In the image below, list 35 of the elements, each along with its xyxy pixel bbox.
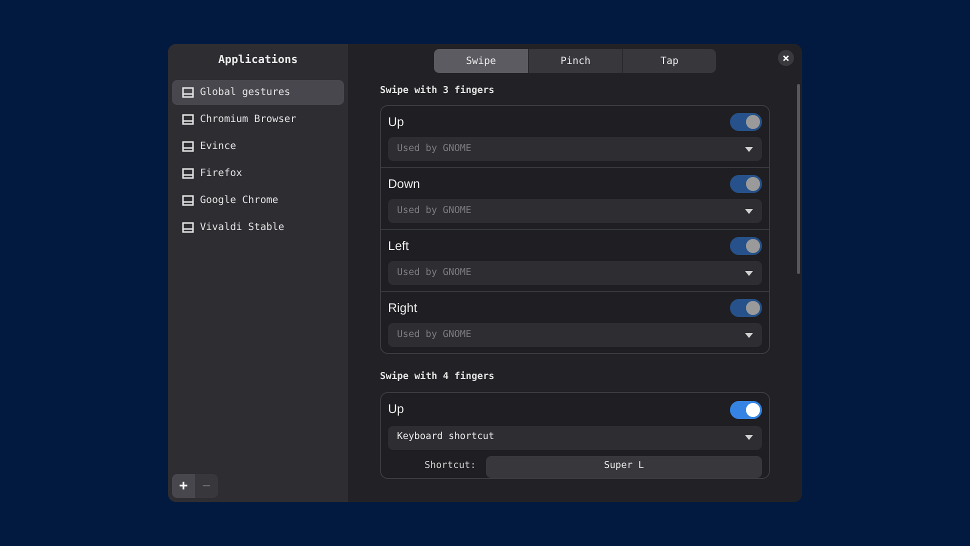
caret-icon bbox=[745, 435, 753, 440]
laptop-icon bbox=[182, 141, 194, 152]
app-list-item[interactable]: Vivaldi Stable bbox=[172, 215, 344, 240]
sidebar-title: Applications bbox=[218, 52, 298, 68]
gesture-label: Down bbox=[388, 176, 420, 193]
tab[interactable]: Pinch bbox=[528, 49, 622, 73]
laptop-icon bbox=[182, 222, 194, 233]
section-title: Swipe with 3 fingers bbox=[380, 84, 496, 98]
laptop-icon bbox=[182, 87, 194, 98]
tab[interactable]: Swipe bbox=[434, 49, 528, 73]
laptop-icon bbox=[182, 168, 194, 179]
close-button[interactable]: × bbox=[778, 50, 794, 66]
toggle-switch[interactable] bbox=[730, 400, 762, 418]
action-dropdown[interactable]: Keyboard shortcut bbox=[388, 426, 762, 450]
app-list-item[interactable]: Chromium Browser bbox=[172, 107, 344, 132]
app-list-item[interactable]: Firefox bbox=[172, 161, 344, 186]
caret-icon bbox=[745, 208, 753, 214]
shortcut-label: Shortcut: bbox=[424, 459, 476, 474]
app-list-item[interactable]: Evince bbox=[172, 134, 344, 159]
caret-icon bbox=[745, 332, 753, 338]
section-title: Swipe with 4 fingers bbox=[380, 370, 496, 384]
scrollbar[interactable] bbox=[797, 84, 800, 274]
tab[interactable]: Tap bbox=[622, 49, 716, 73]
caret-icon bbox=[745, 146, 753, 152]
shortcut-field[interactable]: Super L bbox=[486, 456, 762, 478]
gesture-label: Left bbox=[388, 238, 409, 255]
caret-icon bbox=[745, 270, 753, 276]
gesture-label: Right bbox=[388, 300, 418, 317]
laptop-icon bbox=[182, 114, 194, 125]
laptop-icon bbox=[182, 195, 194, 206]
app-list-item[interactable]: Google Chrome bbox=[172, 188, 344, 213]
gesture-label: Up bbox=[388, 114, 404, 131]
app-list-item[interactable]: Global gestures bbox=[172, 80, 344, 105]
gesture-label: Up bbox=[388, 401, 404, 418]
add-button[interactable]: + bbox=[172, 474, 195, 498]
